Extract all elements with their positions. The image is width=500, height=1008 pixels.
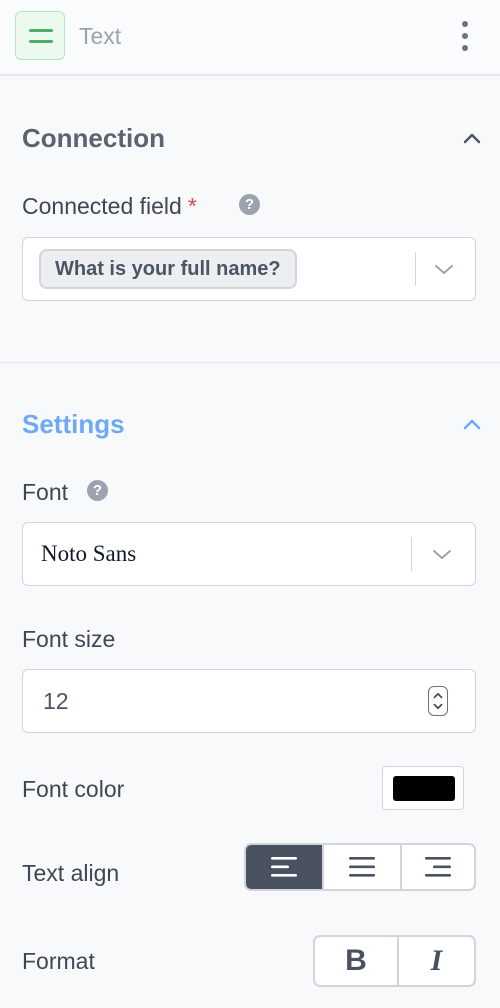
bold-button[interactable]: B — [315, 937, 397, 985]
chevron-down-icon[interactable] — [434, 264, 454, 276]
selected-field-tag[interactable]: What is your full name? — [39, 249, 297, 289]
format-group: B I — [313, 935, 476, 987]
align-right-icon — [425, 857, 451, 877]
font-size-input[interactable] — [43, 686, 423, 716]
panel-title: Text — [79, 23, 122, 49]
align-right-button[interactable] — [400, 845, 474, 889]
required-asterisk: * — [187, 193, 197, 219]
font-size-label: Font size — [22, 626, 116, 652]
chevron-down-icon[interactable] — [432, 549, 452, 561]
section-divider — [0, 362, 500, 363]
connected-field-label: Connected field * — [22, 193, 197, 219]
font-select-value: Noto Sans — [41, 541, 137, 566]
font-label: Font — [22, 479, 69, 505]
text-block-icon — [15, 11, 65, 60]
align-center-icon — [349, 857, 375, 877]
panel-header: Text — [0, 0, 500, 76]
font-color-swatch — [393, 776, 455, 801]
text-align-label: Text align — [22, 860, 120, 886]
settings-section-title: Settings — [22, 409, 125, 439]
connected-field-select[interactable]: What is your full name? — [22, 237, 476, 301]
select-separator — [411, 537, 412, 571]
align-left-icon — [271, 857, 297, 877]
align-left-button[interactable] — [246, 845, 322, 889]
number-stepper-icon[interactable] — [428, 686, 448, 716]
italic-button[interactable]: I — [397, 937, 474, 985]
font-size-field[interactable] — [22, 669, 476, 733]
font-help-icon[interactable]: ? — [87, 480, 108, 501]
select-separator — [415, 252, 416, 286]
collapse-connection-chevron-up-icon[interactable] — [462, 131, 482, 145]
font-color-label: Font color — [22, 776, 125, 802]
connected-field-help-icon[interactable]: ? — [239, 194, 260, 215]
text-align-group — [244, 843, 476, 891]
connection-section-title: Connection — [22, 123, 165, 153]
collapse-settings-chevron-up-icon[interactable] — [462, 417, 482, 431]
font-select[interactable]: Noto Sans — [22, 522, 476, 586]
align-center-button[interactable] — [322, 845, 400, 889]
more-vertical-icon[interactable] — [455, 20, 475, 52]
format-label: Format — [22, 948, 95, 974]
font-color-picker[interactable] — [382, 766, 464, 810]
